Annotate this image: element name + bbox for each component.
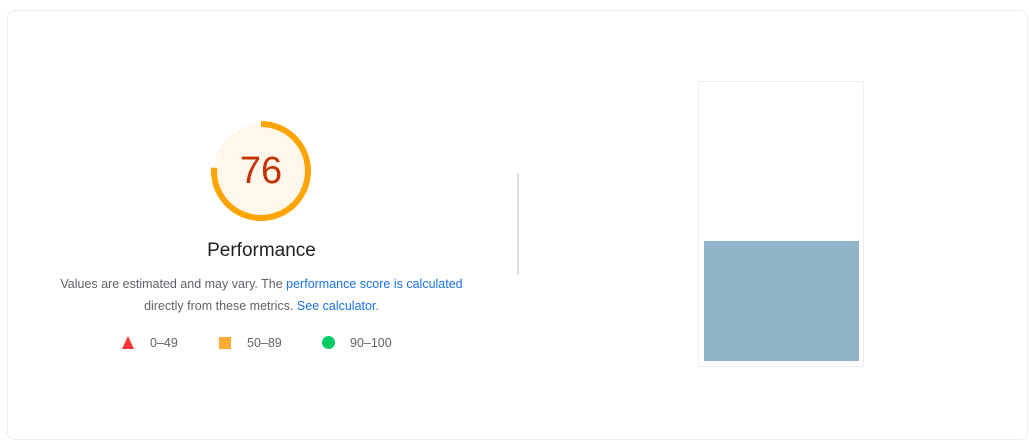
fail-triangle-icon <box>122 336 134 349</box>
score-value: 76 <box>239 150 283 192</box>
score-description: Values are estimated and may vary. The p… <box>8 273 515 317</box>
performance-card: 76 Performance Values are estimated and … <box>7 10 1028 440</box>
score-gauge[interactable]: 76 <box>208 118 314 224</box>
description-suffix: . <box>375 299 379 313</box>
see-calculator-link[interactable]: See calculator <box>297 299 376 313</box>
legend-label: 90–100 <box>350 336 392 350</box>
screenshot-content-block <box>704 241 859 361</box>
pass-circle-icon <box>322 336 335 349</box>
average-square-icon <box>219 337 231 349</box>
vertical-divider <box>517 173 519 275</box>
category-title: Performance <box>207 240 316 261</box>
legend-label: 50–89 <box>247 336 282 350</box>
page-screenshot-thumbnail[interactable] <box>698 81 864 367</box>
description-text-2: directly from these metrics. <box>144 299 297 313</box>
score-legend: 0–49 50–89 90–100 <box>8 333 515 353</box>
legend-label: 0–49 <box>150 336 178 350</box>
score-calculated-link[interactable]: performance score is calculated <box>286 277 462 291</box>
description-text: Values are estimated and may vary. The <box>60 277 287 291</box>
